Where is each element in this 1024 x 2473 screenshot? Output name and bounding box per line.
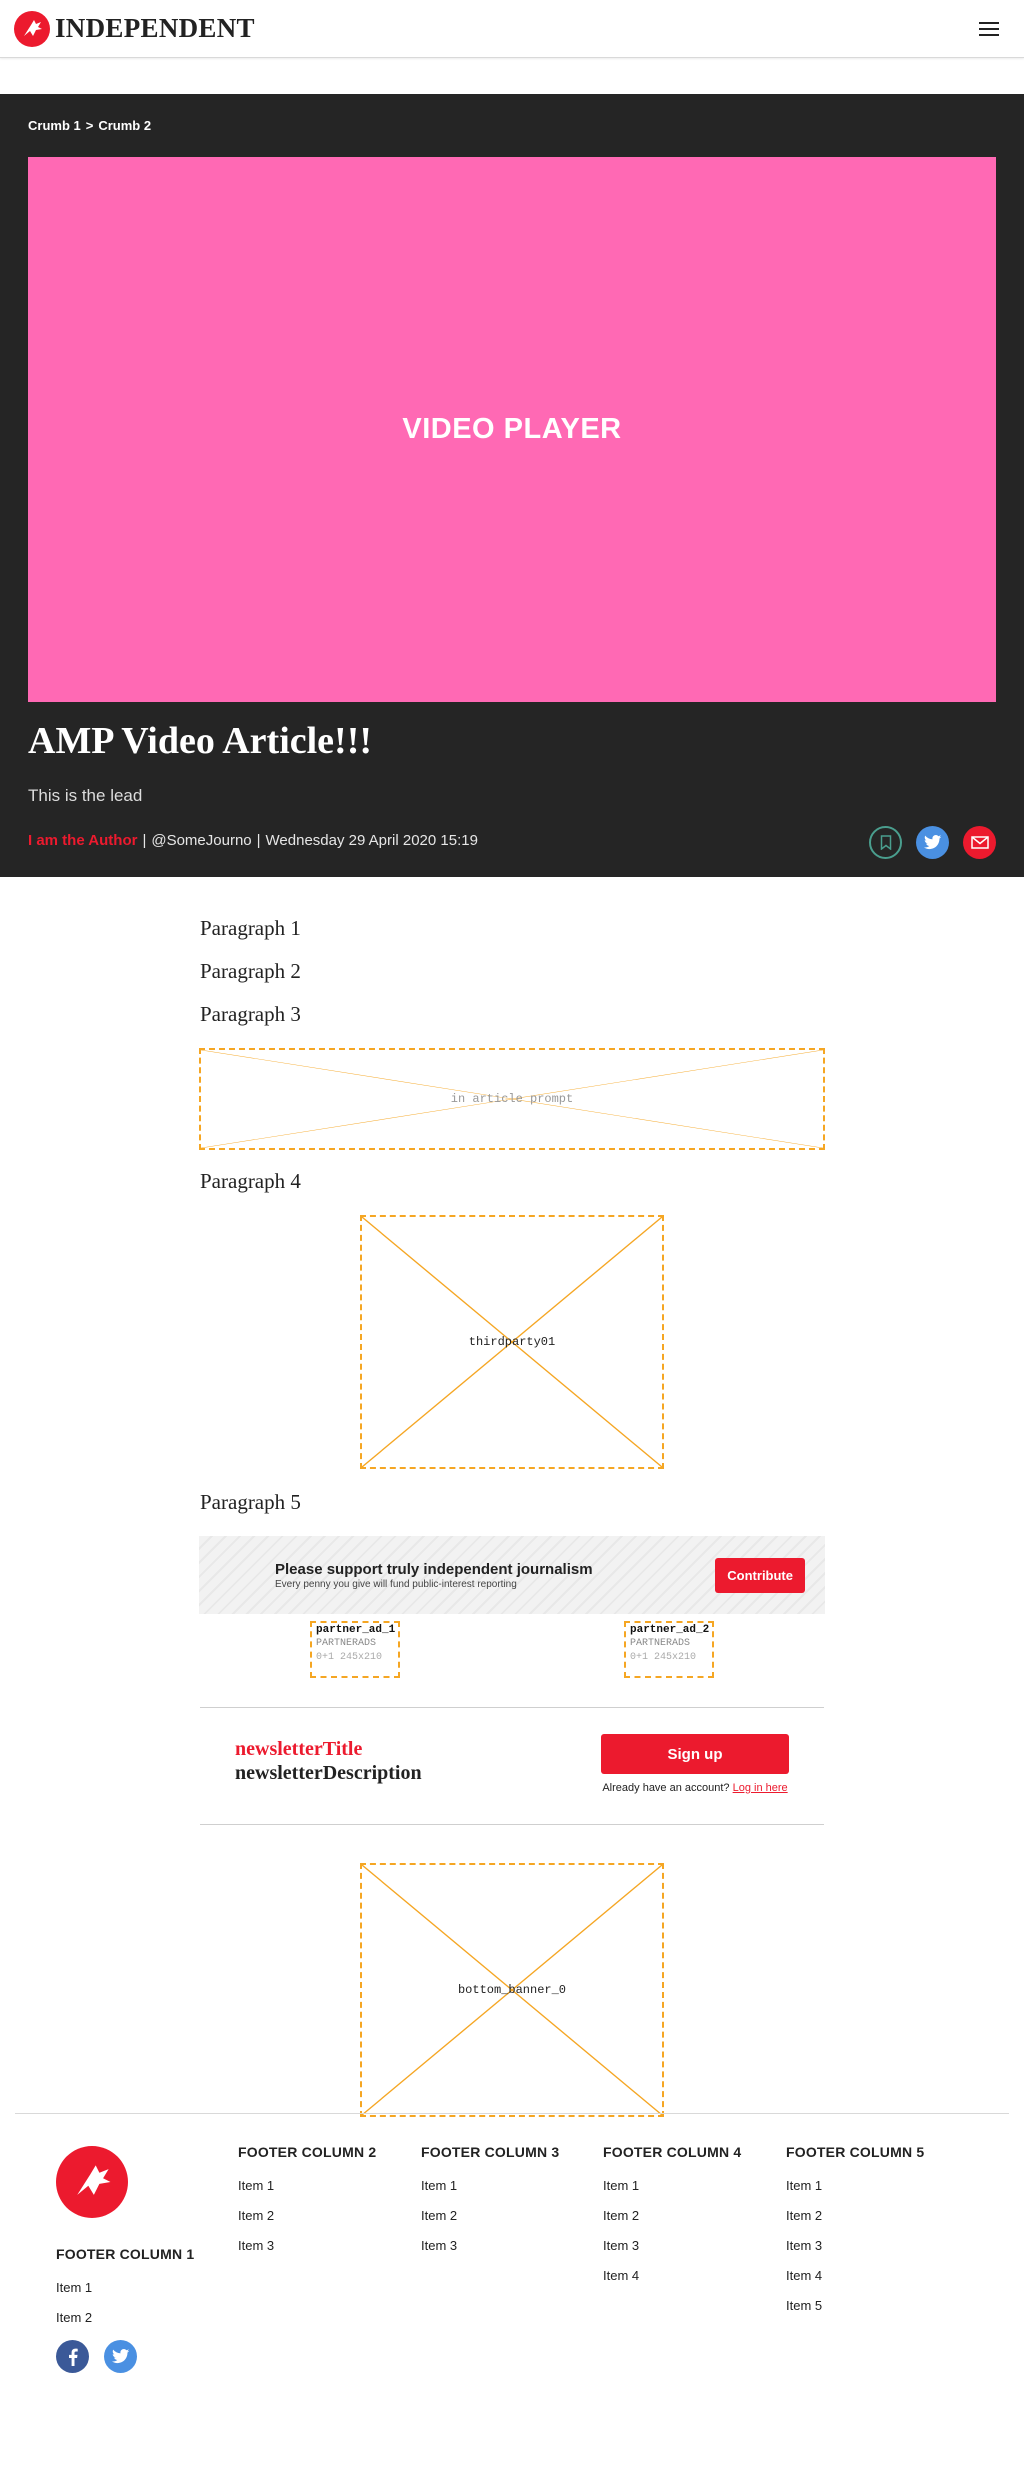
bottom-banner-placeholder: bottom_banner_0 [360,1863,664,2117]
newsletter-title: newsletterTitle [235,1738,363,1760]
site-header: INDEPENDENT [0,0,1024,58]
footer-link[interactable]: Item 3 [421,2238,559,2253]
footer-column-title: FOOTER COLUMN 4 [603,2144,742,2160]
byline-separator: | [256,832,261,849]
page-title: AMP Video Article!!! [28,720,373,762]
site-footer: FOOTER COLUMN 1 Item 1 Item 2 FOOTER COL… [15,2113,1009,2325]
twitter-icon[interactable] [916,826,949,859]
author-handle[interactable]: @SomeJourno [151,832,251,849]
email-icon[interactable] [963,826,996,859]
partner-ad-name: partner_ad_2 [630,1624,710,1636]
footer-link[interactable]: Item 2 [603,2208,741,2223]
share-bar [869,826,996,859]
partner-ad-name: partner_ad_1 [316,1624,396,1636]
sign-up-button[interactable]: Sign up [601,1734,789,1774]
brand[interactable]: INDEPENDENT [14,10,255,47]
facebook-icon[interactable] [56,2340,89,2373]
footer-column-4: FOOTER COLUMN 4 Item 1 Item 2 Item 3 Ite… [603,2144,741,2298]
paragraph-1: Paragraph 1 [200,916,301,940]
footer-link[interactable]: Item 3 [238,2238,376,2253]
footer-link[interactable]: Item 1 [786,2178,924,2193]
login-prompt-text: Already have an account? [602,1782,730,1794]
byline-separator: | [142,832,147,849]
paragraph-5: Paragraph 5 [200,1490,301,1514]
footer-link[interactable]: Item 1 [238,2178,376,2193]
partner-ad-1[interactable]: partner_ad_1 PARTNERADS 0+1 245x210 [310,1621,400,1678]
partner-ad-size: 0+1 245x210 [316,1652,383,1663]
support-subtitle: Every penny you give will fund public-in… [275,1578,517,1590]
brand-name: INDEPENDENT [55,13,255,43]
footer-column-title: FOOTER COLUMN 1 [56,2246,195,2262]
article-body: Paragraph 1 Paragraph 2 Paragraph 3 in a… [199,877,825,2117]
support-banner: Please support truly independent journal… [199,1536,825,1614]
login-link[interactable]: Log in here [733,1782,788,1794]
footer-link[interactable]: Item 1 [56,2280,194,2295]
footer-link[interactable]: Item 4 [786,2268,924,2283]
footer-column-5: FOOTER COLUMN 5 Item 1 Item 2 Item 3 Ite… [786,2144,924,2328]
footer-link[interactable]: Item 2 [786,2208,924,2223]
social-links [56,2340,137,2373]
footer-column-3: FOOTER COLUMN 3 Item 1 Item 2 Item 3 [421,2144,559,2268]
footer-column-title: FOOTER COLUMN 2 [238,2144,377,2160]
partner-ad-2[interactable]: partner_ad_2 PARTNERADS 0+1 245x210 [624,1621,714,1678]
twitter-icon[interactable] [104,2340,137,2373]
breadcrumb: Crumb 1 > Crumb 2 [28,118,151,133]
support-title: Please support truly independent journal… [275,1560,593,1578]
newsletter-signup: newsletterTitle newsletterDescription Si… [200,1707,824,1825]
footer-link[interactable]: Item 2 [238,2208,376,2223]
footer-link[interactable]: Item 3 [786,2238,924,2253]
byline: I am the Author | @SomeJourno | Wednesda… [28,832,478,849]
paragraph-2: Paragraph 2 [200,959,301,983]
publish-date: Wednesday 29 April 2020 15:19 [265,832,478,849]
breadcrumb-item-1[interactable]: Crumb 1 [28,118,81,133]
placeholder-label: bottom_banner_0 [457,1983,567,1997]
footer-link[interactable]: Item 3 [603,2238,741,2253]
footer-link[interactable]: Item 5 [786,2298,924,2313]
paragraph-4: Paragraph 4 [200,1169,301,1193]
in-article-prompt-placeholder: in article prompt [199,1048,825,1150]
footer-column-1: FOOTER COLUMN 1 Item 1 Item 2 [56,2246,194,2340]
footer-link[interactable]: Item 1 [603,2178,741,2193]
partner-ad-size: 0+1 245x210 [630,1652,697,1663]
contribute-button[interactable]: Contribute [715,1557,805,1593]
bookmark-icon[interactable] [869,826,902,859]
placeholder-label: thirdparty01 [468,1335,556,1349]
author-link[interactable]: I am the Author [28,832,137,849]
partner-ad-label: PARTNERADS [316,1638,377,1649]
login-prompt: Already have an account? Log in here [601,1782,789,1794]
eagle-logo-icon[interactable] [56,2146,128,2218]
footer-link[interactable]: Item 2 [421,2208,559,2223]
breadcrumb-separator: > [85,118,94,133]
eagle-logo-icon [14,10,50,47]
footer-column-title: FOOTER COLUMN 5 [786,2144,925,2160]
video-player[interactable]: VIDEO PLAYER [28,157,996,702]
newsletter-description: newsletterDescription [235,1762,422,1784]
video-player-label: VIDEO PLAYER [402,413,622,445]
footer-column-title: FOOTER COLUMN 3 [421,2144,560,2160]
partner-ads: partner_ad_1 PARTNERADS 0+1 245x210 part… [200,1614,824,1678]
article-lead: This is the lead [28,786,143,805]
footer-link[interactable]: Item 4 [603,2268,741,2283]
thirdparty-ad-placeholder: thirdparty01 [360,1215,664,1469]
partner-ad-label: PARTNERADS [630,1638,691,1649]
paragraph-3: Paragraph 3 [200,1002,301,1026]
placeholder-label: in article prompt [450,1092,574,1106]
footer-column-2: FOOTER COLUMN 2 Item 1 Item 2 Item 3 [238,2144,376,2268]
breadcrumb-item-2[interactable]: Crumb 2 [98,118,151,133]
footer-link[interactable]: Item 1 [421,2178,559,2193]
article-hero: Crumb 1 > Crumb 2 VIDEO PLAYER AMP Video… [0,94,1024,877]
hamburger-menu-icon[interactable] [979,21,999,37]
footer-link[interactable]: Item 2 [56,2310,194,2325]
